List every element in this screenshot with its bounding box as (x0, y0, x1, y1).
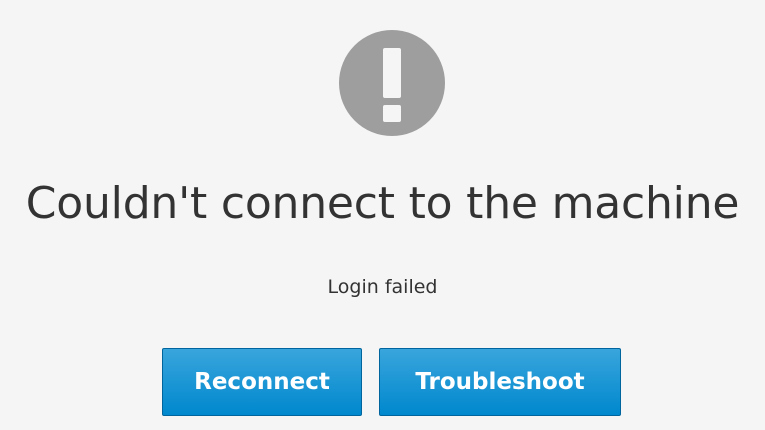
reconnect-button[interactable]: Reconnect (162, 348, 362, 416)
error-title: Couldn't connect to the machine (25, 178, 740, 229)
error-detail: Login failed (327, 276, 438, 298)
connection-error-page: Couldn't connect to the machine Login fa… (0, 0, 765, 430)
troubleshoot-button[interactable]: Troubleshoot (379, 348, 621, 416)
error-actions: Reconnect Troubleshoot (0, 348, 765, 416)
exclamation-circle-icon (339, 30, 445, 136)
